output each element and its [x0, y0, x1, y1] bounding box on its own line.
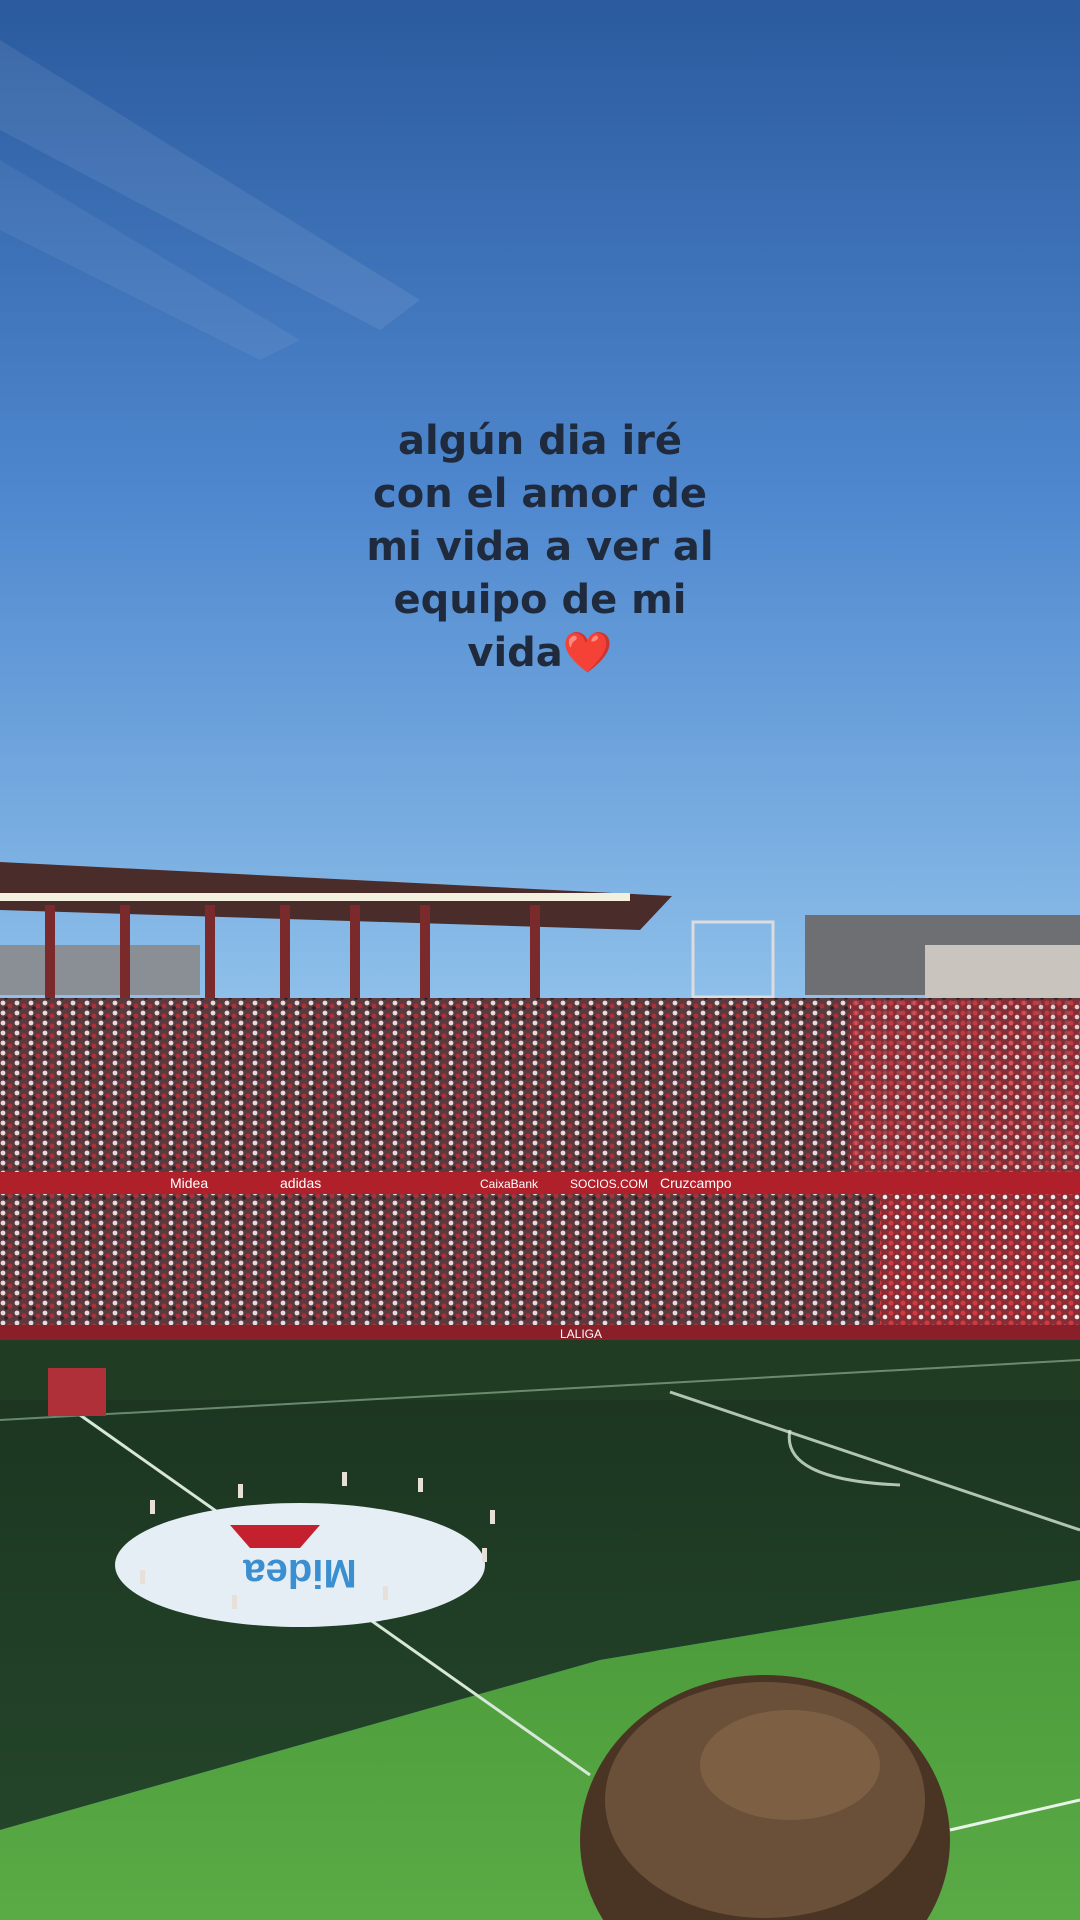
player	[140, 1570, 145, 1584]
player	[150, 1500, 155, 1514]
ad-board-text: Cruzcampo	[660, 1175, 732, 1191]
ad-board-text: CaixaBank	[480, 1177, 539, 1191]
player	[490, 1510, 495, 1524]
building	[925, 945, 1080, 1000]
roof-support	[350, 905, 360, 1000]
player	[238, 1484, 243, 1498]
roof-support	[120, 905, 130, 1000]
player	[418, 1478, 423, 1492]
caption-text: algún dia iré con el amor de mi vida a v…	[290, 415, 790, 680]
heart-emoji: ❤️	[562, 630, 613, 676]
banner-sponsor-text: Midea	[243, 1551, 357, 1595]
upper-stand-red	[850, 1000, 1080, 1190]
roof-support	[420, 905, 430, 1000]
perimeter-boards	[0, 1325, 1080, 1341]
ad-board-text: SOCIOS.COM	[570, 1177, 648, 1191]
stadium-scene: Midea adidas CaixaBank SOCIOS.COM Cruzca…	[0, 0, 1080, 1920]
player	[482, 1548, 487, 1562]
player	[383, 1586, 388, 1600]
tunnel	[48, 1368, 106, 1416]
ad-board-text: adidas	[280, 1175, 321, 1191]
roof-support	[280, 905, 290, 1000]
building	[0, 945, 200, 995]
roof-lights	[0, 893, 630, 901]
roof-support	[45, 905, 55, 1000]
ad-ring	[0, 1172, 1080, 1194]
ad-board-text: Midea	[170, 1175, 208, 1191]
caption-body: algún dia iré con el amor de mi vida a v…	[366, 418, 714, 676]
ad-board-text: LALIGA	[560, 1327, 602, 1341]
roof-support	[205, 905, 215, 1000]
player	[342, 1472, 347, 1486]
roof-support	[530, 905, 540, 1000]
player	[232, 1595, 237, 1609]
spectator-head-highlight	[700, 1710, 880, 1820]
